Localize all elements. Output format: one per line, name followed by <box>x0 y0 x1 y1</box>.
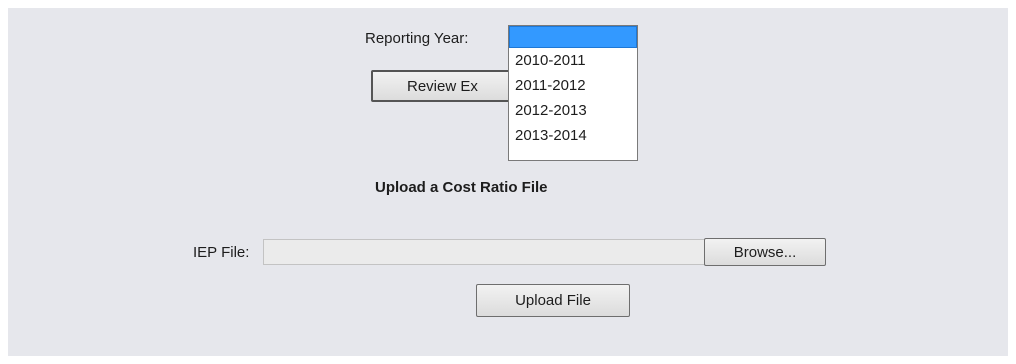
dropdown-option[interactable]: 2013-2014 <box>509 123 637 148</box>
dropdown-option[interactable]: 2012-2013 <box>509 98 637 123</box>
form-panel: Reporting Year: Review Ex 2010-2011 2011… <box>8 8 1008 356</box>
review-button-label: Review Ex <box>407 77 478 95</box>
upload-file-button[interactable]: Upload File <box>476 284 630 317</box>
upload-file-button-label: Upload File <box>515 292 591 309</box>
browse-button-label: Browse... <box>733 243 797 261</box>
dropdown-option-selected[interactable] <box>509 26 637 48</box>
dropdown-option[interactable]: 2010-2011 <box>509 48 637 73</box>
iep-file-input[interactable] <box>263 239 705 265</box>
reporting-year-label: Reporting Year: <box>365 30 469 47</box>
iep-file-label: IEP File: <box>193 244 250 261</box>
upload-heading: Upload a Cost Ratio File <box>375 179 548 196</box>
reporting-year-dropdown-list[interactable]: 2010-2011 2011-2012 2012-2013 2013-2014 <box>508 25 638 161</box>
dropdown-option[interactable]: 2011-2012 <box>509 73 637 98</box>
review-button[interactable]: Review Ex <box>371 70 519 102</box>
browse-button[interactable]: Browse... <box>704 238 826 266</box>
